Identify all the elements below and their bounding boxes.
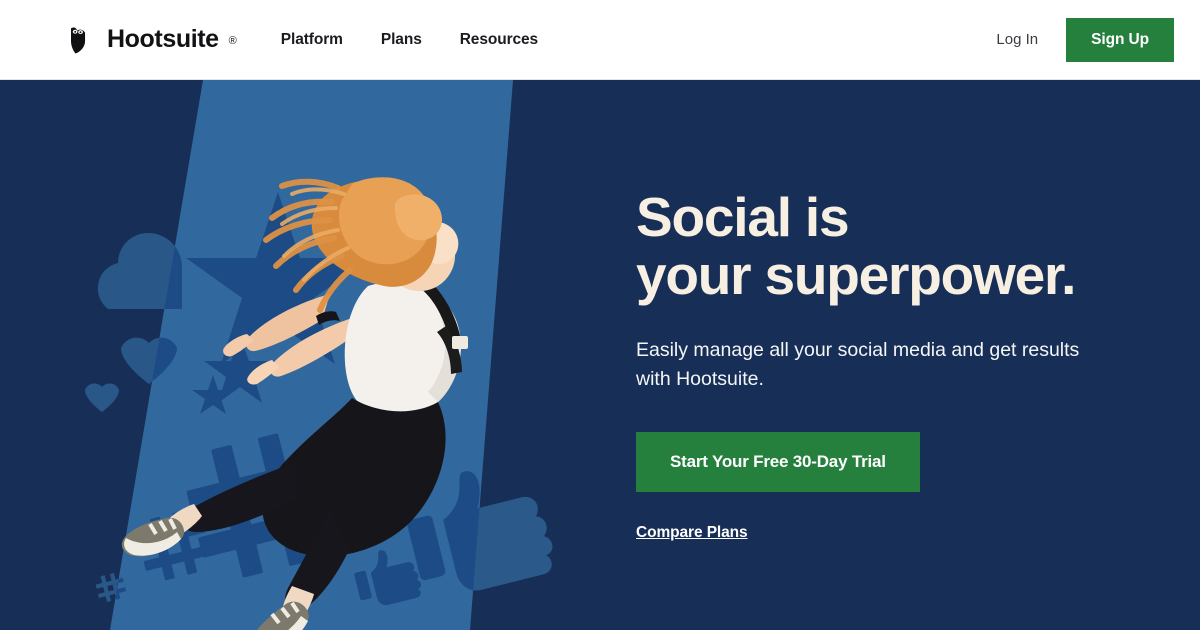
signup-button[interactable]: Sign Up (1066, 17, 1174, 62)
brand-name: Hootsuite (107, 25, 219, 53)
hootsuite-owl-icon (71, 26, 86, 53)
headline-line-2: your superpower. (636, 244, 1076, 306)
hero-artwork (0, 80, 640, 630)
page-title: Social is your superpower. (636, 188, 1136, 304)
start-free-trial-button[interactable]: Start Your Free 30-Day Trial (636, 432, 920, 492)
login-link[interactable]: Log In (996, 31, 1038, 48)
nav-item-platform[interactable]: Platform (281, 31, 343, 49)
hero-illustration (0, 80, 640, 630)
landing-page: Hootsuite ® Platform Plans Resources Log… (0, 0, 1200, 630)
brand-logo[interactable]: Hootsuite ® (68, 25, 237, 55)
hero-copy: Social is your superpower. Easily manage… (636, 188, 1136, 542)
compare-plans-link[interactable]: Compare Plans (636, 524, 748, 542)
headline-line-1: Social is (636, 186, 850, 248)
hero-section: Social is your superpower. Easily manage… (0, 80, 1200, 630)
nav-item-resources[interactable]: Resources (460, 31, 538, 49)
site-header: Hootsuite ® Platform Plans Resources Log… (0, 0, 1200, 80)
brand-trademark: ® (228, 34, 237, 47)
primary-nav: Platform Plans Resources (281, 31, 538, 49)
hero-subheadline: Easily manage all your social media and … (636, 339, 1080, 390)
header-actions: Log In Sign Up (996, 17, 1174, 62)
nav-item-plans[interactable]: Plans (381, 31, 422, 49)
